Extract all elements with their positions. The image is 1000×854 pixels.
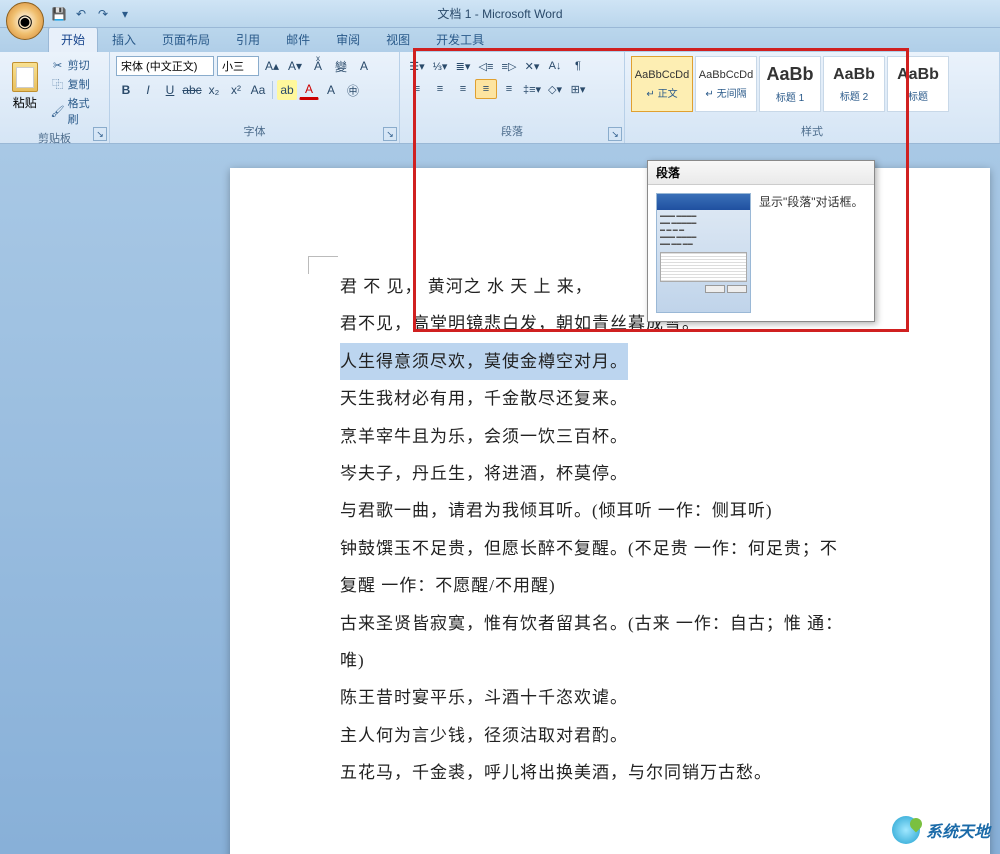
increase-indent-button[interactable]: ≡▷ [498, 56, 520, 76]
enclose-char-button[interactable]: ㊥ [343, 80, 363, 100]
tab-review[interactable]: 审阅 [324, 27, 372, 52]
style-normal[interactable]: AaBbCcDd ↵ 正文 [631, 56, 693, 112]
quick-access-toolbar: 💾 ↶ ↷ ▾ [50, 5, 134, 23]
styles-group: AaBbCcDd ↵ 正文 AaBbCcDd ↵ 无间隔 AaBb 标题 1 A… [625, 52, 1000, 143]
document-line[interactable]: 人生得意须尽欢，莫使金樽空对月。 [340, 343, 628, 380]
italic-button[interactable]: I [138, 80, 158, 100]
qat-dropdown-icon[interactable]: ▾ [116, 5, 134, 23]
document-line[interactable]: 唯) [340, 642, 930, 679]
document-line[interactable]: 主人何为言少钱，径须沽取对君酌。 [340, 717, 930, 754]
separator [272, 81, 273, 99]
paragraph-group-label: 段落 [406, 121, 618, 139]
paragraph-group: ☰▾ ⅓▾ ≣▾ ◁≡ ≡▷ ✕▾ A↓ ¶ ≡ ≡ ≡ ≡ ≡ ‡≡▾ ◇▾ … [400, 52, 625, 143]
phonetic-button[interactable]: 變 [331, 56, 351, 76]
document-line[interactable]: 复醒 一作：不愿醒/不用醒) [340, 567, 930, 604]
copy-icon: ⿻ [51, 77, 65, 91]
title-bar: ◉ 💾 ↶ ↷ ▾ 文档 1 - Microsoft Word [0, 0, 1000, 28]
align-left-button[interactable]: ≡ [406, 79, 428, 99]
tab-home[interactable]: 开始 [48, 26, 98, 52]
multilevel-button[interactable]: ≣▾ [452, 56, 474, 76]
paragraph-launcher[interactable]: ↘ [608, 127, 622, 141]
grow-font-button[interactable]: A▴ [262, 56, 282, 76]
clear-format-button[interactable]: Aͯ [308, 56, 328, 76]
watermark-text: 系统天地 [926, 818, 990, 842]
style-heading1[interactable]: AaBb 标题 1 [759, 56, 821, 112]
document-line[interactable]: 五花马，千金裘，呼儿将出换美酒，与尔同销万古愁。 [340, 754, 930, 791]
tooltip-title: 段落 [648, 161, 874, 185]
tab-developer[interactable]: 开发工具 [424, 27, 496, 52]
sort-button[interactable]: A↓ [544, 56, 566, 76]
format-painter-button[interactable]: 🖌格式刷 [48, 94, 103, 128]
tab-mailings[interactable]: 邮件 [274, 27, 322, 52]
bullets-button[interactable]: ☰▾ [406, 56, 428, 76]
align-justify-button[interactable]: ≡ [475, 79, 497, 99]
margin-marker [308, 256, 338, 274]
watermark: 系统天地 [892, 816, 990, 844]
align-right-button[interactable]: ≡ [452, 79, 474, 99]
numbering-button[interactable]: ⅓▾ [429, 56, 451, 76]
cut-button[interactable]: ✂剪切 [48, 56, 103, 74]
style-title[interactable]: AaBb 标题 [887, 56, 949, 112]
bold-button[interactable]: B [116, 80, 136, 100]
copy-button[interactable]: ⿻复制 [48, 75, 103, 93]
brush-icon: 🖌 [51, 104, 65, 118]
paste-icon [12, 62, 38, 92]
font-name-combo[interactable]: 宋体 (中文正文) [116, 56, 214, 76]
font-color-button[interactable]: A [299, 80, 319, 100]
underline-button[interactable]: U [160, 80, 180, 100]
shrink-font-button[interactable]: A▾ [285, 56, 305, 76]
document-line[interactable]: 陈王昔时宴平乐，斗酒十千恣欢谑。 [340, 679, 930, 716]
ribbon-tabs: 开始 插入 页面布局 引用 邮件 审阅 视图 开发工具 [0, 28, 1000, 52]
style-heading2[interactable]: AaBb 标题 2 [823, 56, 885, 112]
line-spacing-button[interactable]: ‡≡▾ [521, 79, 543, 99]
font-group-label: 字体 [116, 121, 393, 139]
borders-button[interactable]: ⊞▾ [567, 79, 589, 99]
document-line[interactable]: 与君歌一曲，请君为我倾耳听。(倾耳听 一作：侧耳听) [340, 492, 930, 529]
paste-button[interactable]: 粘贴 [6, 56, 44, 116]
clipboard-launcher[interactable]: ↘ [93, 127, 107, 141]
document-page[interactable]: 君 不 见， 黄河之 水 天 上 来，君不见，高堂明镜悲白发，朝如青丝暮成雪。人… [230, 168, 990, 854]
styles-group-label: 样式 [631, 121, 993, 139]
save-icon[interactable]: 💾 [50, 5, 68, 23]
clipboard-group: 粘贴 ✂剪切 ⿻复制 🖌格式刷 剪贴板 ↘ [0, 52, 110, 143]
watermark-icon [892, 816, 920, 844]
style-gallery: AaBbCcDd ↵ 正文 AaBbCcDd ↵ 无间隔 AaBb 标题 1 A… [631, 56, 993, 112]
change-case-button[interactable]: Aa [248, 80, 268, 100]
decrease-indent-button[interactable]: ◁≡ [475, 56, 497, 76]
document-line[interactable]: 烹羊宰牛且为乐，会须一饮三百杯。 [340, 418, 930, 455]
tooltip-description: 显示"段落"对话框。 [759, 193, 864, 313]
tab-references[interactable]: 引用 [224, 27, 272, 52]
subscript-button[interactable]: x₂ [204, 80, 224, 100]
font-size-combo[interactable]: 小三 [217, 56, 259, 76]
superscript-button[interactable]: x² [226, 80, 246, 100]
char-shading-button[interactable]: A [321, 80, 341, 100]
paragraph-tooltip: 段落 ▬▬▬ ▬▬▬▬▬▬ ▬▬▬▬▬▬ ▬ ▬ ▬▬▬▬ ▬▬▬▬▬▬ ▬▬ … [647, 160, 875, 322]
paste-label: 粘贴 [13, 94, 37, 111]
document-line[interactable]: 古来圣贤皆寂寞，惟有饮者留其名。(古来 一作：自古；惟 通： [340, 605, 930, 642]
tab-page-layout[interactable]: 页面布局 [150, 27, 222, 52]
scissors-icon: ✂ [51, 58, 65, 72]
style-no-spacing[interactable]: AaBbCcDd ↵ 无间隔 [695, 56, 757, 112]
tab-view[interactable]: 视图 [374, 27, 422, 52]
align-center-button[interactable]: ≡ [429, 79, 451, 99]
show-marks-button[interactable]: ¶ [567, 56, 589, 76]
window-title: 文档 1 - Microsoft Word [0, 5, 1000, 22]
font-group: 宋体 (中文正文) 小三 A▴ A▾ Aͯ 變 A B I U abc x₂ x… [110, 52, 400, 143]
highlight-button[interactable]: ab [277, 80, 297, 100]
shading-button[interactable]: ◇▾ [544, 79, 566, 99]
redo-icon[interactable]: ↷ [94, 5, 112, 23]
document-line[interactable]: 钟鼓馔玉不足贵，但愿长醉不复醒。(不足贵 一作：何足贵；不 [340, 530, 930, 567]
tooltip-preview-image: ▬▬▬ ▬▬▬▬▬▬ ▬▬▬▬▬▬ ▬ ▬ ▬▬▬▬ ▬▬▬▬▬▬ ▬▬ ▬▬ [656, 193, 751, 313]
office-button[interactable]: ◉ [6, 2, 44, 40]
strike-button[interactable]: abc [182, 80, 202, 100]
char-border-button[interactable]: A [354, 56, 374, 76]
document-line[interactable]: 岑夫子，丹丘生，将进酒，杯莫停。 [340, 455, 930, 492]
ribbon: 粘贴 ✂剪切 ⿻复制 🖌格式刷 剪贴板 ↘ 宋体 (中文正文) 小三 A▴ A▾… [0, 52, 1000, 144]
document-line[interactable]: 天生我材必有用，千金散尽还复来。 [340, 380, 930, 417]
undo-icon[interactable]: ↶ [72, 5, 90, 23]
align-distribute-button[interactable]: ≡ [498, 79, 520, 99]
tab-insert[interactable]: 插入 [100, 27, 148, 52]
font-launcher[interactable]: ↘ [383, 127, 397, 141]
asian-layout-button[interactable]: ✕▾ [521, 56, 543, 76]
